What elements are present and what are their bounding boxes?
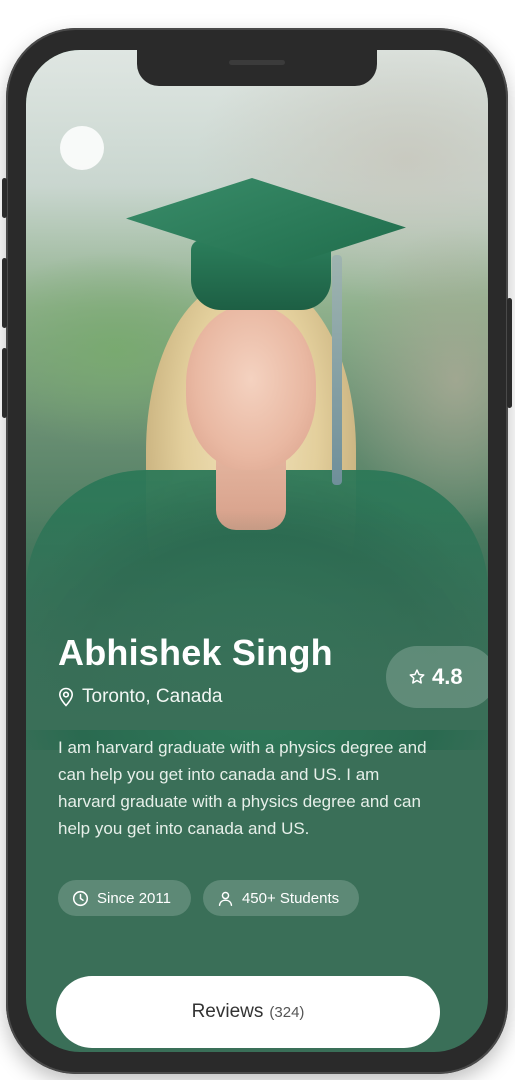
location-text: Toronto, Canada <box>82 686 223 707</box>
volume-up-button <box>2 258 7 328</box>
students-badge: 450+ Students <box>202 880 360 916</box>
profile-card: Abhishek Singh Toronto, Canada 4.8 I am … <box>26 50 488 1052</box>
profile-name: Abhishek Singh <box>58 632 333 673</box>
since-text: Since 2011 <box>97 889 171 907</box>
notch <box>137 50 377 86</box>
clock-icon <box>72 890 89 907</box>
reviews-button[interactable]: Reviews (324) <box>56 976 440 1048</box>
screen: Abhishek Singh Toronto, Canada 4.8 I am … <box>26 50 488 1052</box>
star-icon <box>408 668 426 686</box>
phone-frame: Abhishek Singh Toronto, Canada 4.8 I am … <box>2 28 512 1074</box>
reviews-label: Reviews <box>191 1001 264 1022</box>
speaker <box>229 60 285 65</box>
profile-location: Toronto, Canada <box>58 684 223 710</box>
reviews-count: (324) <box>269 1003 305 1021</box>
stats-row: Since 2011 450+ Students <box>58 880 360 916</box>
user-icon <box>217 890 234 907</box>
since-badge: Since 2011 <box>58 880 191 916</box>
rating-value: 4.8 <box>432 664 463 689</box>
location-pin-icon <box>58 687 74 707</box>
back-button[interactable] <box>60 126 104 170</box>
mute-switch <box>2 178 7 218</box>
students-text: 450+ Students <box>241 889 340 907</box>
back-icon <box>73 139 91 157</box>
volume-down-button <box>2 348 7 418</box>
profile-bio: I am harvard graduate with a physics deg… <box>58 738 427 838</box>
rating-badge: 4.8 <box>386 646 488 708</box>
power-button <box>507 298 512 408</box>
